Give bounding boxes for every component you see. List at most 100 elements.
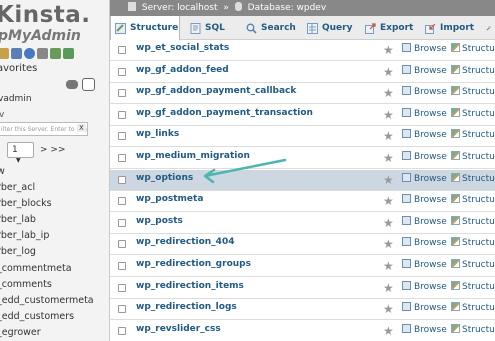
favorite-star-icon[interactable]: ★	[383, 86, 394, 100]
sidebar-table-item[interactable]: rber_lab	[0, 214, 36, 225]
page-next-links[interactable]: > >>	[40, 145, 65, 155]
favorite-star-icon[interactable]: ★	[383, 43, 394, 57]
browse-link[interactable]: Browse	[402, 129, 447, 140]
row-checkbox[interactable]	[118, 175, 126, 184]
row-checkbox[interactable]	[118, 110, 126, 119]
row-checkbox[interactable]	[118, 218, 126, 227]
sidebar-table-item[interactable]: rber_log	[0, 246, 36, 257]
kinsta-logo[interactable]: Kinsta.	[0, 2, 91, 28]
clear-filter-button[interactable]: X	[77, 124, 86, 132]
help-icon[interactable]	[24, 48, 35, 59]
structure-link[interactable]: Structu	[451, 129, 495, 140]
sidebar-table-item[interactable]: _edd_customers	[0, 311, 74, 322]
browse-link[interactable]: Browse	[402, 107, 447, 119]
table-name-link[interactable]: wp_medium_migration	[136, 151, 250, 161]
tab-operations[interactable]	[482, 16, 495, 40]
database-node[interactable]: vadmin	[0, 94, 32, 104]
row-checkbox[interactable]	[118, 67, 126, 76]
expand-marker[interactable]: v	[0, 110, 4, 120]
settings-icon[interactable]	[50, 48, 61, 59]
favorite-star-icon[interactable]: ★	[383, 194, 394, 208]
browse-link[interactable]: Browse	[402, 43, 447, 54]
table-name-link[interactable]: wp_gf_addon_payment_transaction	[136, 108, 313, 118]
row-checkbox[interactable]	[118, 154, 126, 162]
row-checkbox[interactable]	[118, 326, 126, 335]
breadcrumb-database[interactable]: Database: wpdev	[248, 3, 327, 13]
browse-link[interactable]: Browse	[402, 237, 447, 248]
tab-import[interactable]: Import	[421, 16, 477, 40]
row-checkbox[interactable]	[118, 283, 126, 292]
browse-link[interactable]: Browse	[402, 280, 447, 292]
home-icon[interactable]	[0, 48, 9, 59]
favorite-star-icon[interactable]: ★	[383, 65, 394, 79]
table-name-link[interactable]: wp_gf_addon_feed	[136, 65, 229, 75]
structure-link[interactable]: Structu	[451, 215, 495, 227]
sidebar-table-item[interactable]: _egrower	[0, 327, 41, 338]
structure-link[interactable]: Structu	[451, 172, 495, 184]
favorite-star-icon[interactable]: ★	[383, 324, 394, 338]
table-name-link[interactable]: wp_links	[136, 129, 179, 139]
browse-link[interactable]: Browse	[402, 86, 447, 97]
row-checkbox[interactable]	[118, 240, 126, 249]
breadcrumb-server[interactable]: Server: localhost	[142, 3, 218, 13]
favorite-star-icon[interactable]: ★	[383, 259, 394, 273]
row-checkbox[interactable]	[118, 262, 126, 270]
browse-link[interactable]: Browse	[402, 323, 447, 335]
table-name-link[interactable]: wp_postmeta	[136, 194, 203, 204]
favorites-tab[interactable]: avorites	[0, 63, 37, 74]
browse-link[interactable]: Browse	[402, 194, 447, 205]
sidebar-table-item[interactable]: w	[0, 166, 5, 177]
favorite-star-icon[interactable]: ★	[383, 173, 394, 187]
sidebar-table-item[interactable]: rber_lab_ip	[0, 230, 49, 241]
collapse-all-icon[interactable]	[66, 80, 78, 89]
structure-link[interactable]: Structu	[451, 323, 495, 335]
structure-link[interactable]: Structu	[451, 280, 495, 292]
structure-link[interactable]: Structu	[451, 107, 495, 119]
table-name-link[interactable]: wp_redirection_404	[136, 237, 234, 247]
structure-link[interactable]: Structu	[451, 194, 495, 205]
structure-link[interactable]: Structu	[451, 151, 495, 162]
table-name-link[interactable]: wp_options	[136, 173, 193, 183]
favorite-star-icon[interactable]: ★	[383, 108, 394, 122]
tab-export[interactable]: Export	[361, 16, 415, 40]
sidebar-table-item[interactable]: _commentmeta	[0, 263, 72, 274]
row-checkbox[interactable]	[118, 305, 126, 314]
tab-query[interactable]: Query	[303, 16, 355, 40]
link-with-main-icon[interactable]	[82, 78, 95, 91]
favorite-star-icon[interactable]: ★	[383, 281, 394, 295]
favorite-star-icon[interactable]: ★	[383, 216, 394, 230]
structure-link[interactable]: Structu	[451, 43, 495, 54]
table-name-link[interactable]: wp_et_social_stats	[136, 43, 229, 53]
table-name-link[interactable]: wp_posts	[136, 216, 183, 226]
structure-link[interactable]: Structu	[451, 64, 495, 76]
browse-link[interactable]: Browse	[402, 302, 447, 313]
sidebar-table-item[interactable]: _edd_customermeta	[0, 295, 94, 306]
table-name-link[interactable]: wp_redirection_logs	[136, 302, 237, 312]
page-select[interactable]: 1 ▼	[7, 142, 34, 164]
structure-link[interactable]: Structu	[451, 302, 495, 313]
sidebar-table-item[interactable]: _comments	[0, 279, 52, 290]
favorite-star-icon[interactable]: ★	[383, 129, 394, 143]
sidebar-table-item[interactable]: rber_blocks	[0, 198, 52, 209]
browse-link[interactable]: Browse	[402, 64, 447, 76]
phpmyadmin-logo[interactable]: pMyAdmin	[0, 28, 81, 44]
structure-link[interactable]: Structu	[451, 237, 495, 248]
row-checkbox[interactable]	[118, 132, 126, 141]
table-name-link[interactable]: wp_gf_addon_payment_callback	[136, 86, 296, 96]
docs-icon[interactable]	[37, 48, 48, 59]
browse-link[interactable]: Browse	[402, 172, 447, 184]
table-name-link[interactable]: wp_redirection_items	[136, 281, 244, 291]
row-checkbox[interactable]	[118, 197, 126, 206]
browse-link[interactable]: Browse	[402, 259, 447, 270]
table-name-link[interactable]: wp_revslider_css	[136, 324, 221, 334]
tab-sql[interactable]: SQL	[186, 16, 236, 40]
row-checkbox[interactable]	[118, 89, 126, 98]
favorite-star-icon[interactable]: ★	[383, 302, 394, 316]
row-checkbox[interactable]	[118, 46, 126, 54]
reload-icon[interactable]	[63, 48, 74, 59]
browse-link[interactable]: Browse	[402, 215, 447, 227]
structure-link[interactable]: Structu	[451, 86, 495, 97]
sidebar-table-item[interactable]: rber_acl	[0, 182, 35, 193]
favorite-star-icon[interactable]: ★	[383, 237, 394, 251]
structure-link[interactable]: Structu	[451, 259, 495, 270]
